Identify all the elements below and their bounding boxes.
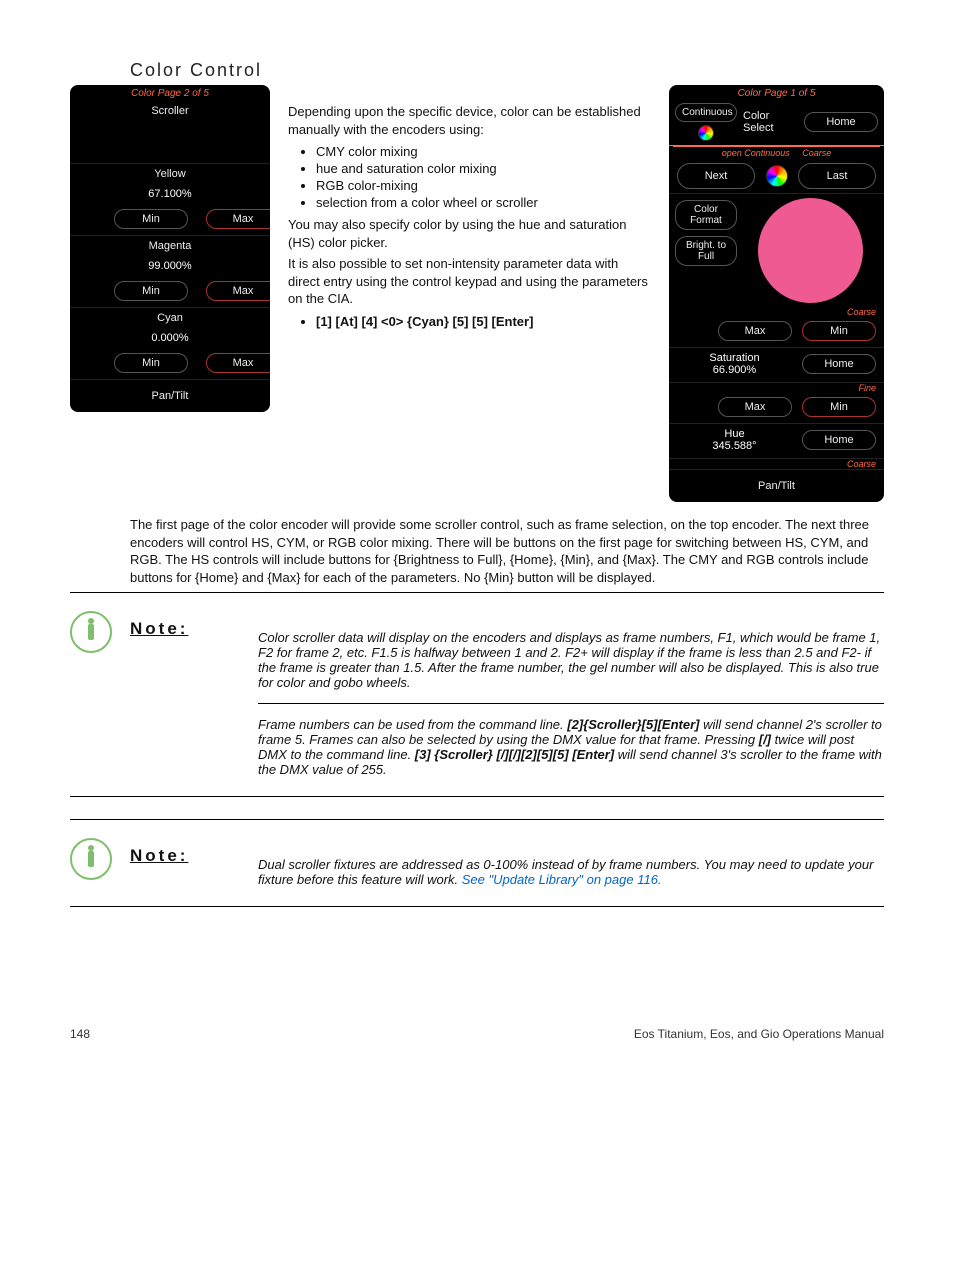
last-button[interactable]: Last <box>798 163 876 189</box>
page-tag-right: Color Page 1 of 5 <box>669 85 884 99</box>
cross-reference-link[interactable]: See "Update Library" on page 116. <box>462 872 662 887</box>
continuous-button[interactable]: Continuous <box>675 103 737 122</box>
bright-to-full-button[interactable]: Bright. to Full <box>675 236 737 266</box>
note-text: Color scroller data will display on the … <box>258 630 884 690</box>
note-label: Note: <box>130 619 188 638</box>
min-button[interactable]: Min <box>114 209 188 229</box>
max-button[interactable]: Max <box>206 281 270 301</box>
coarse-tag: Coarse <box>802 148 831 158</box>
wheel-icon <box>698 125 714 141</box>
body-paragraph: The first page of the color encoder will… <box>130 516 884 586</box>
min-button[interactable]: Min <box>802 321 876 341</box>
min-button[interactable]: Min <box>114 281 188 301</box>
manual-title: Eos Titanium, Eos, and Gio Operations Ma… <box>634 1027 884 1041</box>
section-title: Color Control <box>130 60 884 81</box>
example-command: [1] [At] [4] <0> {Cyan} [5] [5] [Enter] <box>316 314 651 329</box>
info-icon <box>70 838 112 880</box>
min-button[interactable]: Min <box>114 353 188 373</box>
page-tag-left: Color Page 2 of 5 <box>70 85 270 99</box>
row-yellow-value: 67.100% <box>70 188 270 206</box>
next-button[interactable]: Next <box>677 163 755 189</box>
min-button[interactable]: Min <box>802 397 876 417</box>
intro-p1: Depending upon the specific device, colo… <box>288 103 651 138</box>
max-button[interactable]: Max <box>718 321 792 341</box>
hue-value: 345.588° <box>677 440 792 452</box>
saturation-label: Saturation <box>677 352 792 364</box>
saturation-value: 66.900% <box>677 364 792 376</box>
pantilt-label[interactable]: Pan/Tilt <box>70 380 270 412</box>
row-yellow-name: Yellow <box>70 164 270 188</box>
intro-text: Depending upon the specific device, colo… <box>288 85 651 335</box>
bullet: hue and saturation color mixing <box>316 161 651 176</box>
row-cyan-name: Cyan <box>70 308 270 332</box>
row-cyan-value: 0.000% <box>70 332 270 350</box>
bullet: selection from a color wheel or scroller <box>316 195 651 210</box>
max-button[interactable]: Max <box>206 353 270 373</box>
scroller-label: Scroller <box>70 99 270 123</box>
home-button[interactable]: Home <box>804 112 878 132</box>
coarse-tag: Coarse <box>669 307 884 317</box>
max-button[interactable]: Max <box>206 209 270 229</box>
fine-tag: Fine <box>669 383 884 393</box>
coarse-tag: Coarse <box>669 459 884 469</box>
home-button[interactable]: Home <box>802 354 876 374</box>
color-wheel[interactable] <box>758 198 863 303</box>
color-select-label: Color Select <box>743 110 798 134</box>
intro-p2: You may also specify color by using the … <box>288 216 651 251</box>
intro-p3: It is also possible to set non-intensity… <box>288 255 651 308</box>
max-button[interactable]: Max <box>718 397 792 417</box>
color-format-button[interactable]: Color Format <box>675 200 737 230</box>
note-label: Note: <box>130 846 188 865</box>
note-block: Note: Color scroller data will display o… <box>70 611 884 790</box>
wheel-icon <box>766 165 788 187</box>
encoder-panel-right: Color Page 1 of 5 Continuous Color Selec… <box>669 85 884 502</box>
row-magenta-name: Magenta <box>70 236 270 260</box>
hue-label: Hue <box>677 428 792 440</box>
bullet: CMY color mixing <box>316 144 651 159</box>
page-number: 148 <box>70 1027 90 1041</box>
bullet: RGB color-mixing <box>316 178 651 193</box>
pantilt-label[interactable]: Pan/Tilt <box>669 469 884 502</box>
note-text: Dual scroller fixtures are addressed as … <box>258 857 884 887</box>
row-magenta-value: 99.000% <box>70 260 270 278</box>
info-icon <box>70 611 112 653</box>
open-continuous: open Continuous <box>722 148 790 158</box>
home-button[interactable]: Home <box>802 430 876 450</box>
note-block: Note: Dual scroller fixtures are address… <box>70 838 884 900</box>
note-text: Frame numbers can be used from the comma… <box>258 717 884 777</box>
encoder-panel-left: Color Page 2 of 5 Scroller Yellow 67.100… <box>70 85 270 412</box>
